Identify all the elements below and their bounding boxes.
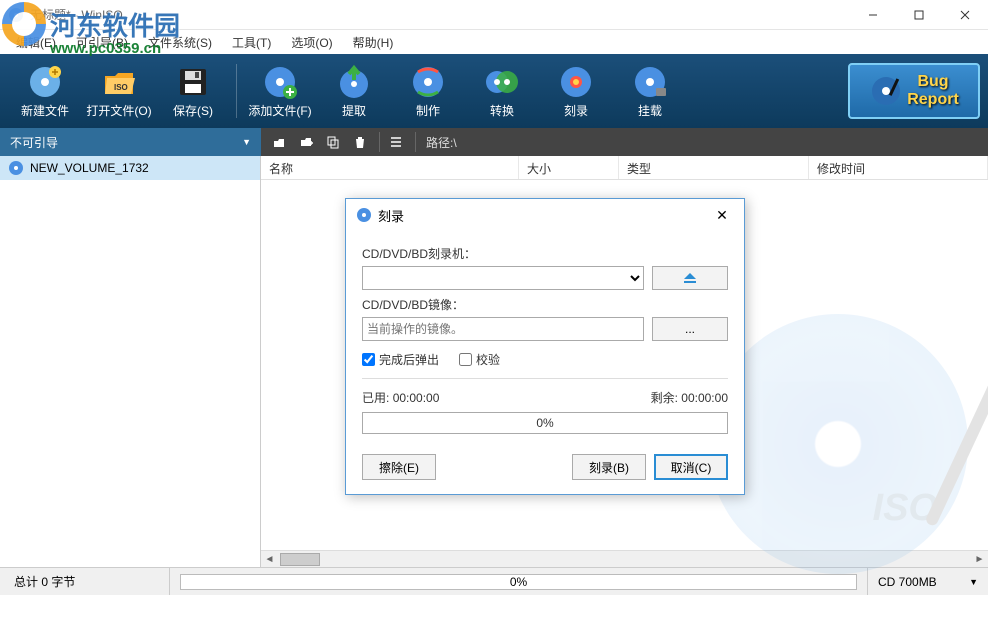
- view-mode-button[interactable]: [384, 131, 408, 153]
- burner-select[interactable]: [362, 266, 644, 290]
- verify-checkbox[interactable]: 校验: [459, 351, 500, 368]
- maximize-button[interactable]: [896, 0, 942, 30]
- menubar: 编辑(E) 可引导(B) 文件系统(S) 工具(T) 选项(O) 帮助(H): [0, 30, 988, 54]
- used-time: 已用: 00:00:00: [362, 389, 439, 406]
- statusbar: 总计 0 字节 0% CD 700MB ▼: [0, 567, 988, 595]
- up-folder-button[interactable]: [267, 131, 291, 153]
- tree-item-volume[interactable]: NEW_VOLUME_1732: [0, 156, 260, 180]
- window-title: 无标题* - WinISO: [30, 6, 123, 23]
- burn-dialog: 刻录 ✕ CD/DVD/BD刻录机： CD/DVD/BD镜像： ... 完成后弹…: [345, 198, 745, 495]
- status-total: 总计 0 字节: [0, 568, 170, 595]
- open-file-label: 打开文件(O): [86, 102, 151, 119]
- save-button[interactable]: 保存(S): [156, 57, 230, 125]
- minimize-button[interactable]: [850, 0, 896, 30]
- mount-button[interactable]: 挂载: [613, 57, 687, 125]
- convert-label: 转换: [490, 102, 514, 119]
- media-label: CD 700MB: [878, 575, 937, 589]
- col-name[interactable]: 名称: [261, 156, 519, 179]
- media-combo[interactable]: CD 700MB ▼: [868, 568, 988, 595]
- dialog-title: 刻录: [378, 206, 404, 225]
- new-file-button[interactable]: 新建文件: [8, 57, 82, 125]
- new-folder-button[interactable]: [294, 131, 318, 153]
- image-path-input[interactable]: [362, 317, 644, 341]
- toolbar: 新建文件 ISO 打开文件(O) 保存(S) 添加文件(F) 提取 制作 转换 …: [0, 54, 988, 128]
- col-mtime[interactable]: 修改时间: [809, 156, 988, 179]
- menu-help[interactable]: 帮助(H): [343, 32, 404, 53]
- menu-options[interactable]: 选项(O): [281, 32, 342, 53]
- dialog-burn-button[interactable]: 刻录(B): [572, 454, 646, 480]
- eject-after-checkbox[interactable]: 完成后弹出: [362, 351, 439, 368]
- copy-button[interactable]: [321, 131, 345, 153]
- horizontal-scrollbar[interactable]: ◄ ►: [261, 550, 988, 567]
- open-file-button[interactable]: ISO 打开文件(O): [82, 57, 156, 125]
- add-file-label: 添加文件(F): [248, 102, 311, 119]
- burn-icon: [558, 64, 594, 100]
- save-label: 保存(S): [173, 102, 213, 119]
- svg-text:ISO: ISO: [114, 83, 128, 92]
- make-icon: [410, 64, 446, 100]
- burner-label: CD/DVD/BD刻录机：: [362, 245, 728, 262]
- status-percent: 0%: [510, 575, 527, 589]
- new-file-label: 新建文件: [21, 102, 69, 119]
- add-file-icon: [262, 64, 298, 100]
- browse-button[interactable]: ...: [652, 317, 728, 341]
- menu-edit[interactable]: 编辑(E): [6, 32, 66, 53]
- extract-label: 提取: [342, 102, 366, 119]
- boot-status-label: 不可引导: [10, 134, 58, 151]
- open-file-icon: ISO: [101, 64, 137, 100]
- bug-report-label1: Bug: [907, 73, 959, 91]
- eject-icon: [683, 272, 697, 284]
- convert-button[interactable]: 转换: [465, 57, 539, 125]
- dialog-titlebar[interactable]: 刻录 ✕: [346, 199, 744, 231]
- titlebar: 无标题* - WinISO: [0, 0, 988, 30]
- delete-button[interactable]: [348, 131, 372, 153]
- burn-button[interactable]: 刻录: [539, 57, 613, 125]
- burn-label: 刻录: [564, 102, 588, 119]
- dialog-close-button[interactable]: ✕: [710, 203, 734, 227]
- tree-pane[interactable]: NEW_VOLUME_1732: [0, 156, 261, 567]
- secondary-bar: 不可引导 ▼ 路径:\: [0, 128, 988, 156]
- mount-label: 挂载: [638, 102, 662, 119]
- boot-status[interactable]: 不可引导 ▼: [0, 128, 261, 156]
- dialog-icon: [356, 207, 372, 223]
- bug-report-button[interactable]: Bug Report: [848, 63, 980, 119]
- extract-button[interactable]: 提取: [317, 57, 391, 125]
- extract-icon: [336, 64, 372, 100]
- dialog-progress-text: 0%: [536, 416, 553, 430]
- convert-icon: [484, 64, 520, 100]
- col-size[interactable]: 大小: [519, 156, 619, 179]
- app-icon: [8, 7, 24, 23]
- menu-bootable[interactable]: 可引导(B): [66, 32, 138, 53]
- menu-tools[interactable]: 工具(T): [222, 32, 281, 53]
- path-label: 路径:\: [426, 134, 457, 151]
- dialog-cancel-button[interactable]: 取消(C): [654, 454, 728, 480]
- disc-icon: [8, 160, 24, 176]
- list-header: 名称 大小 类型 修改时间: [261, 156, 988, 180]
- eject-button[interactable]: [652, 266, 728, 290]
- status-progress: 0%: [170, 568, 868, 595]
- make-button[interactable]: 制作: [391, 57, 465, 125]
- remain-time: 剩余: 00:00:00: [651, 389, 728, 406]
- dialog-progress: 0%: [362, 412, 728, 434]
- add-file-button[interactable]: 添加文件(F): [243, 57, 317, 125]
- make-label: 制作: [416, 102, 440, 119]
- col-type[interactable]: 类型: [619, 156, 809, 179]
- menu-filesystem[interactable]: 文件系统(S): [138, 32, 222, 53]
- image-label: CD/DVD/BD镜像：: [362, 296, 728, 313]
- new-file-icon: [27, 64, 63, 100]
- close-button[interactable]: [942, 0, 988, 30]
- save-icon: [175, 64, 211, 100]
- tree-volume-label: NEW_VOLUME_1732: [30, 161, 149, 175]
- erase-button[interactable]: 擦除(E): [362, 454, 436, 480]
- mount-icon: [632, 64, 668, 100]
- bug-report-label2: Report: [907, 91, 959, 109]
